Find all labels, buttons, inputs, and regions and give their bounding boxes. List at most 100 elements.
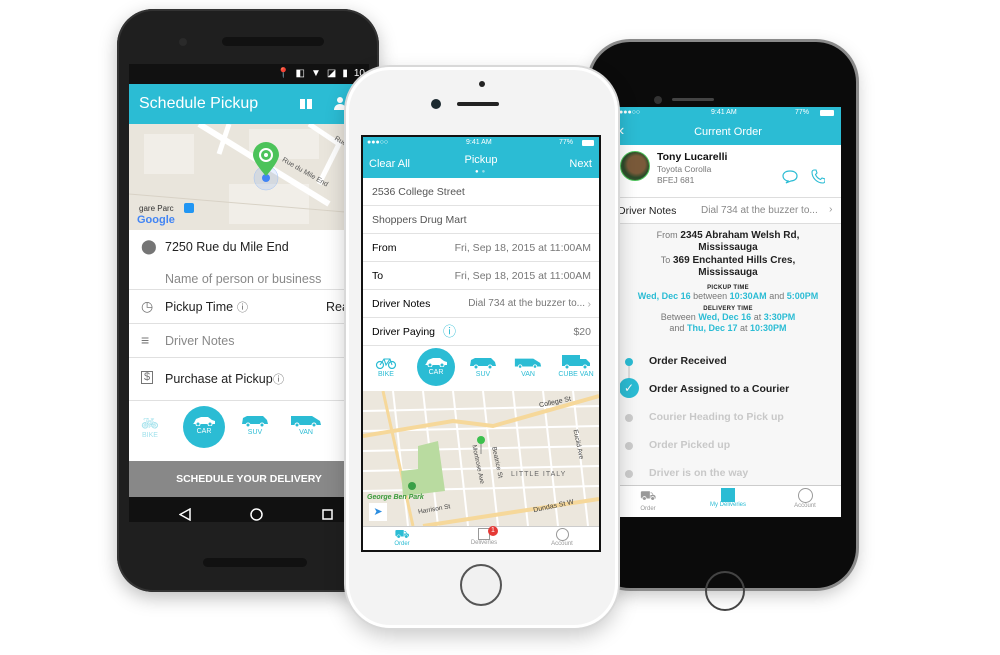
- google-logo: Google: [137, 214, 175, 226]
- tab-order[interactable]: ⛟ Order: [377, 527, 427, 548]
- driver-plate: BFEJ 681: [657, 175, 695, 185]
- vehicle-cube-van[interactable]: CUBE VAN: [557, 354, 595, 378]
- to-city: Mississauga: [698, 267, 758, 278]
- phone-icon[interactable]: [811, 169, 825, 184]
- iphone-white: ●●●○○ 9:41 AM 77% Clear All Pickup ●● Ne…: [346, 67, 618, 628]
- home-icon[interactable]: [250, 508, 263, 521]
- account-icon: [555, 528, 569, 541]
- driver-paying-row[interactable]: Driver Paying ⓘ $20: [363, 318, 599, 346]
- pickup-time-row[interactable]: ◷ Pickup Time ⓘ Ready: [129, 290, 369, 324]
- bottom-speaker: [203, 558, 307, 567]
- home-button[interactable]: [460, 564, 502, 606]
- business-field[interactable]: Shoppers Drug Mart: [363, 206, 599, 234]
- driver-car: Toyota Corolla: [657, 164, 712, 174]
- vehicle-van[interactable]: VAN: [512, 357, 544, 378]
- driver-notes-field[interactable]: Driver Notes: [165, 334, 234, 348]
- step-dot-done: [625, 358, 633, 366]
- page-indicator: ●●: [475, 169, 489, 175]
- vehicle-bike[interactable]: 🚲︎ BIKE: [135, 415, 165, 439]
- van-icon: [291, 416, 321, 428]
- earpiece-speaker: [457, 102, 499, 106]
- from-city: Mississauga: [698, 242, 758, 253]
- vehicle-suv[interactable]: SUV: [467, 357, 499, 378]
- battery-icon: ▮: [342, 68, 348, 79]
- driver-avatar: [620, 151, 650, 181]
- vehicle-car[interactable]: CAR: [417, 348, 455, 386]
- to-prefix: To: [660, 255, 671, 265]
- to-row[interactable]: To Fri, Sep 18, 2015 at 11:00AM: [363, 262, 599, 290]
- proximity-sensor: [479, 81, 485, 87]
- chevron-right-icon: ›: [829, 203, 833, 215]
- clock-icon: ◷: [141, 298, 154, 314]
- truck-icon: ⛟: [394, 527, 410, 541]
- map-park-label: George Ben Park: [367, 494, 424, 501]
- nav-bar: Clear All Pickup ●● Next: [363, 150, 599, 178]
- vehicle-car[interactable]: CAR: [183, 406, 225, 448]
- vehicle-suv[interactable]: SUV: [239, 415, 271, 436]
- info-icon[interactable]: ⓘ: [273, 371, 284, 387]
- battery-icon: [582, 140, 594, 146]
- to-address: 369 Enchanted Hills Cres,: [673, 255, 796, 266]
- purchase-label: Purchase at Pickup: [165, 372, 273, 386]
- vehicle-bike[interactable]: BIKE: [369, 357, 403, 378]
- status-bar: ●●●○○ 9:41 AM 77%: [615, 107, 841, 120]
- info-icon[interactable]: ⓘ: [237, 299, 248, 315]
- schedule-delivery-button[interactable]: SCHEDULE YOUR DELIVERY: [129, 461, 369, 497]
- iphone-dark: ●●●○○ 9:41 AM 77% ‹ Current Order Tony L…: [590, 42, 856, 611]
- home-button[interactable]: [705, 571, 745, 611]
- address-field[interactable]: 7250 Rue du Mile End: [165, 240, 289, 254]
- purchase-row[interactable]: $ Purchase at Pickup ⓘ: [129, 358, 369, 401]
- bike-icon: [375, 358, 397, 370]
- tab-order[interactable]: ⛟ Order: [623, 488, 673, 512]
- locate-me-icon[interactable]: ➤: [369, 503, 387, 521]
- signal-indicator: ●●●○○: [619, 109, 641, 116]
- tab-account[interactable]: Account: [780, 488, 830, 509]
- front-camera: [179, 38, 187, 46]
- step-order-received: Order Received: [649, 355, 727, 367]
- account-icon[interactable]: [333, 96, 347, 110]
- tab-my-deliveries[interactable]: My Deliveries: [700, 488, 756, 508]
- car-icon: [193, 417, 215, 427]
- status-time: 9:41 AM: [711, 109, 737, 116]
- chevron-right-icon: ›: [587, 298, 592, 310]
- driver-notes-row[interactable]: Driver Notes Dial 734 at the buzzer to...…: [363, 290, 599, 318]
- name-field[interactable]: Name of person or business: [165, 272, 321, 286]
- map-place-label: gare Parc: [139, 204, 174, 213]
- map-label: LITTLE ITALY: [511, 471, 567, 478]
- order-progress: Order Received ✓ Order Assigned to a Cou…: [615, 346, 841, 483]
- page-title: Pickup: [464, 154, 498, 166]
- tab-account[interactable]: Account: [537, 528, 587, 547]
- status-time: 9:41 AM: [466, 139, 492, 146]
- tab-deliveries[interactable]: 1 Deliveries: [459, 526, 509, 546]
- map-view[interactable]: gare Parc Google Rue du Mile End Rue: [129, 124, 369, 230]
- map-view[interactable]: College St Montrose Ave Beatrice St LITT…: [363, 391, 599, 526]
- message-icon[interactable]: [782, 170, 798, 184]
- driver-notes-row[interactable]: Driver Notes Dial 734 at the buzzer to..…: [615, 198, 841, 224]
- next-button[interactable]: Next: [569, 158, 592, 170]
- vehicle-selector: 🚲︎ BIKE CAR SUV VAN: [129, 401, 369, 461]
- location-icon: 📍: [277, 68, 290, 79]
- vehicle-selector: BIKE CAR SUV VAN CUBE VAN: [363, 346, 599, 391]
- signal-indicator: ●●●○○: [367, 139, 389, 146]
- van-icon: [514, 358, 542, 369]
- tab-bar: ⛟ Order My Deliveries Account: [615, 485, 841, 517]
- app-bar: Schedule Pickup: [129, 84, 369, 124]
- vibrate-icon: ◧: [295, 68, 305, 79]
- info-icon[interactable]: ⓘ: [443, 318, 456, 346]
- driver-notes-row[interactable]: ≡ Driver Notes: [129, 324, 369, 358]
- cube-van-icon: [562, 355, 590, 370]
- account-icon: [797, 488, 813, 503]
- package-icon[interactable]: [299, 96, 313, 110]
- back-icon[interactable]: [179, 508, 191, 521]
- dollar-icon: $: [141, 371, 154, 384]
- step-courier-heading: Courier Heading to Pick up: [649, 411, 784, 423]
- vehicle-van[interactable]: VAN: [289, 415, 323, 436]
- from-row[interactable]: From Fri, Sep 18, 2015 at 11:00AM: [363, 234, 599, 262]
- recents-icon[interactable]: [322, 509, 333, 520]
- page-title: Current Order: [694, 126, 762, 138]
- address-field[interactable]: 2536 College Street: [363, 178, 599, 206]
- tab-bar: ⛟ Order 1 Deliveries Account: [363, 526, 599, 550]
- address-section: ⬤ 7250 Rue du Mile End Name of person or…: [129, 230, 369, 290]
- driver-notes-label: Driver Notes: [618, 205, 677, 217]
- driver-card: Tony Lucarelli Toyota Corolla BFEJ 681: [615, 145, 841, 198]
